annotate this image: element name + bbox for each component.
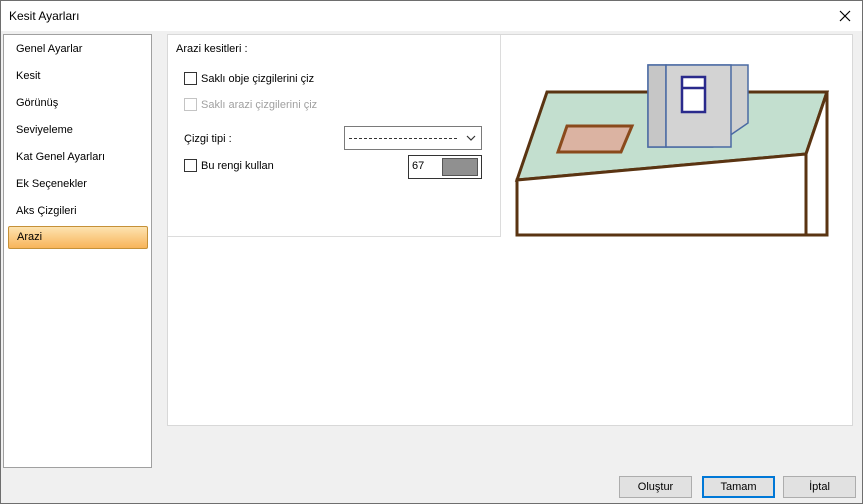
nav-item-gorunus[interactable]: Görünüş — [8, 92, 148, 115]
terrain-preview-image — [514, 64, 830, 237]
nav-item-arazi[interactable]: Arazi — [8, 226, 148, 249]
hidden-terrain-checkbox-row: Saklı arazi çizgilerini çiz — [184, 98, 317, 111]
nav-item-kesit[interactable]: Kesit — [8, 65, 148, 88]
settings-nav: Genel Ayarlar Kesit Görünüş Seviyeleme K… — [3, 34, 152, 468]
line-type-label: Çizgi tipi : — [184, 133, 232, 145]
use-color-checkbox-row[interactable]: Bu rengi kullan — [184, 159, 274, 172]
title-bar: Kesit Ayarları — [1, 1, 862, 31]
nav-item-genel-ayarlar[interactable]: Genel Ayarlar — [8, 38, 148, 61]
nav-item-kat-genel-ayarlari[interactable]: Kat Genel Ayarları — [8, 146, 148, 169]
dialog-window: Kesit Ayarları Genel Ayarlar Kesit Görün… — [0, 0, 863, 504]
create-button[interactable]: Oluştur — [619, 476, 692, 498]
line-type-preview — [349, 138, 457, 139]
color-number: 67 — [412, 160, 425, 172]
line-type-select[interactable] — [344, 126, 482, 150]
nav-item-seviyeleme[interactable]: Seviyeleme — [8, 119, 148, 142]
window-title: Kesit Ayarları — [9, 9, 80, 23]
group-title: Arazi kesitleri : — [176, 43, 248, 55]
color-swatch — [442, 158, 478, 176]
hidden-objects-checkbox-row[interactable]: Saklı obje çizgilerini çiz — [184, 72, 314, 85]
cancel-button[interactable]: İptal — [783, 476, 856, 498]
color-picker[interactable]: 67 — [408, 155, 482, 179]
nav-item-ek-secenekler[interactable]: Ek Seçenekler — [8, 173, 148, 196]
hidden-objects-checkbox[interactable] — [184, 72, 197, 85]
close-icon — [839, 10, 851, 22]
hidden-terrain-checkbox — [184, 98, 197, 111]
use-color-label: Bu rengi kullan — [201, 159, 274, 172]
ok-button[interactable]: Tamam — [702, 476, 775, 498]
hidden-objects-label: Saklı obje çizgilerini çiz — [201, 72, 315, 85]
use-color-checkbox[interactable] — [184, 159, 197, 172]
terrain-sections-group: Arazi kesitleri : Saklı obje çizgilerini… — [168, 35, 501, 237]
close-button[interactable] — [834, 5, 856, 27]
nav-item-aks-cizgileri[interactable]: Aks Çizgileri — [8, 200, 148, 223]
hidden-terrain-label: Saklı arazi çizgilerini çiz — [201, 98, 318, 111]
chevron-down-icon — [466, 135, 476, 141]
terrain-illustration — [514, 64, 830, 237]
